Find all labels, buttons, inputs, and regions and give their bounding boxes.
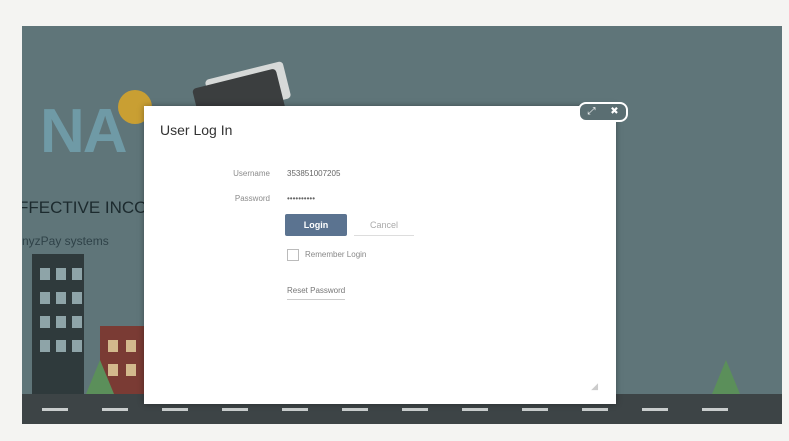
bg-logo: NA — [40, 97, 128, 166]
reset-password-link[interactable]: Reset Password — [287, 286, 346, 300]
bg-tree — [712, 360, 740, 394]
resize-grip-icon[interactable]: ◢ — [591, 381, 598, 392]
login-dialog: User Log In Username Password Login Canc… — [144, 106, 616, 404]
remember-login-label: Remember Login — [305, 250, 367, 259]
window-controls: ⤢ ✖ — [578, 102, 628, 122]
dialog-title: User Log In — [160, 122, 233, 138]
username-label: Username — [233, 169, 270, 178]
password-label: Password — [234, 194, 270, 203]
bg-subtext: nyzPay systems — [22, 234, 109, 248]
bg-headline: FFECTIVE INCO — [22, 198, 148, 217]
cancel-button[interactable]: Cancel — [354, 214, 414, 236]
expand-icon[interactable]: ⤢ — [584, 106, 600, 118]
remember-login-checkbox[interactable] — [287, 249, 299, 261]
bg-building — [32, 254, 84, 394]
bg-tree — [86, 360, 114, 394]
login-button[interactable]: Login — [285, 214, 347, 236]
password-field[interactable] — [287, 191, 407, 205]
username-field[interactable] — [287, 166, 407, 180]
close-icon[interactable]: ✖ — [607, 106, 623, 118]
